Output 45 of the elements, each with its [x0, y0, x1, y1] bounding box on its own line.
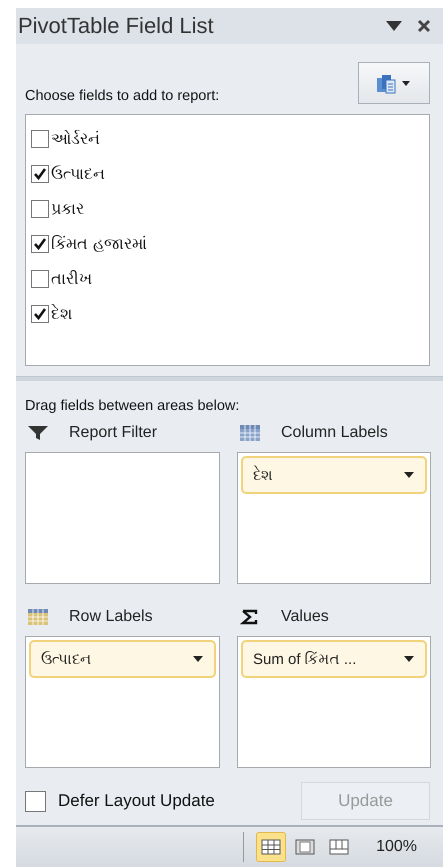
close-icon[interactable]	[417, 19, 431, 33]
filter-icon	[27, 424, 49, 442]
choose-fields-label: Choose fields to add to report:	[25, 88, 220, 104]
checkbox[interactable]	[31, 234, 49, 252]
caret-icon	[192, 655, 204, 663]
drag-fields-label: Drag fields between areas below:	[25, 398, 240, 414]
area-title: Report Filter	[69, 424, 158, 442]
window-title: PivotTable Field List	[18, 13, 215, 39]
caret-icon	[403, 471, 415, 479]
field-name[interactable]: પ્રકાર	[51, 199, 84, 218]
drop-area[interactable]: દેશ	[237, 452, 431, 584]
checkbox[interactable]	[31, 130, 49, 148]
checkbox[interactable]	[31, 270, 49, 288]
defer-layout-label[interactable]: Defer Layout Update	[58, 791, 301, 811]
field-name[interactable]: કિંમત હજારમાં	[51, 234, 148, 253]
layout-button[interactable]	[358, 62, 430, 104]
checkbox[interactable]	[31, 200, 49, 218]
caret-icon	[403, 655, 415, 663]
grid-icon	[27, 608, 49, 626]
field-name[interactable]: ઉત્પાદન	[51, 164, 105, 183]
field-chip[interactable]: ઉત્પાદન	[29, 640, 216, 678]
page-break-icon	[329, 839, 350, 855]
field-name[interactable]: દેશ	[51, 304, 72, 323]
field-chip[interactable]: Sum of કિંમત ...	[241, 640, 427, 678]
field-chip-label: દેશ	[253, 466, 273, 484]
grid-icon	[239, 424, 261, 442]
field-chip[interactable]: દેશ	[241, 456, 427, 494]
field-chip-label: ઉત્પાદન	[41, 650, 91, 668]
grid-icon	[261, 839, 282, 855]
area-title: Values	[281, 608, 329, 626]
page-icon	[295, 839, 316, 855]
field-name[interactable]: ઓર્ડરનં	[51, 129, 100, 148]
defer-checkbox[interactable]	[25, 790, 46, 812]
drop-area[interactable]: ઉત્પાદન	[25, 636, 220, 768]
field-name[interactable]: તારીખ	[51, 269, 92, 288]
field-chip-label: Sum of કિંમત ...	[253, 650, 356, 668]
view-button[interactable]	[256, 832, 286, 862]
stacked-sheets-icon	[375, 72, 413, 94]
checkbox[interactable]	[31, 164, 49, 182]
area-title: Column Labels	[281, 424, 388, 442]
area-title: Row Labels	[69, 608, 153, 626]
checkbox[interactable]	[31, 304, 49, 322]
drop-area[interactable]: Sum of કિંમત ...	[237, 636, 431, 768]
zoom-level[interactable]: 100%	[376, 838, 417, 856]
dropdown-icon[interactable]	[385, 20, 403, 32]
